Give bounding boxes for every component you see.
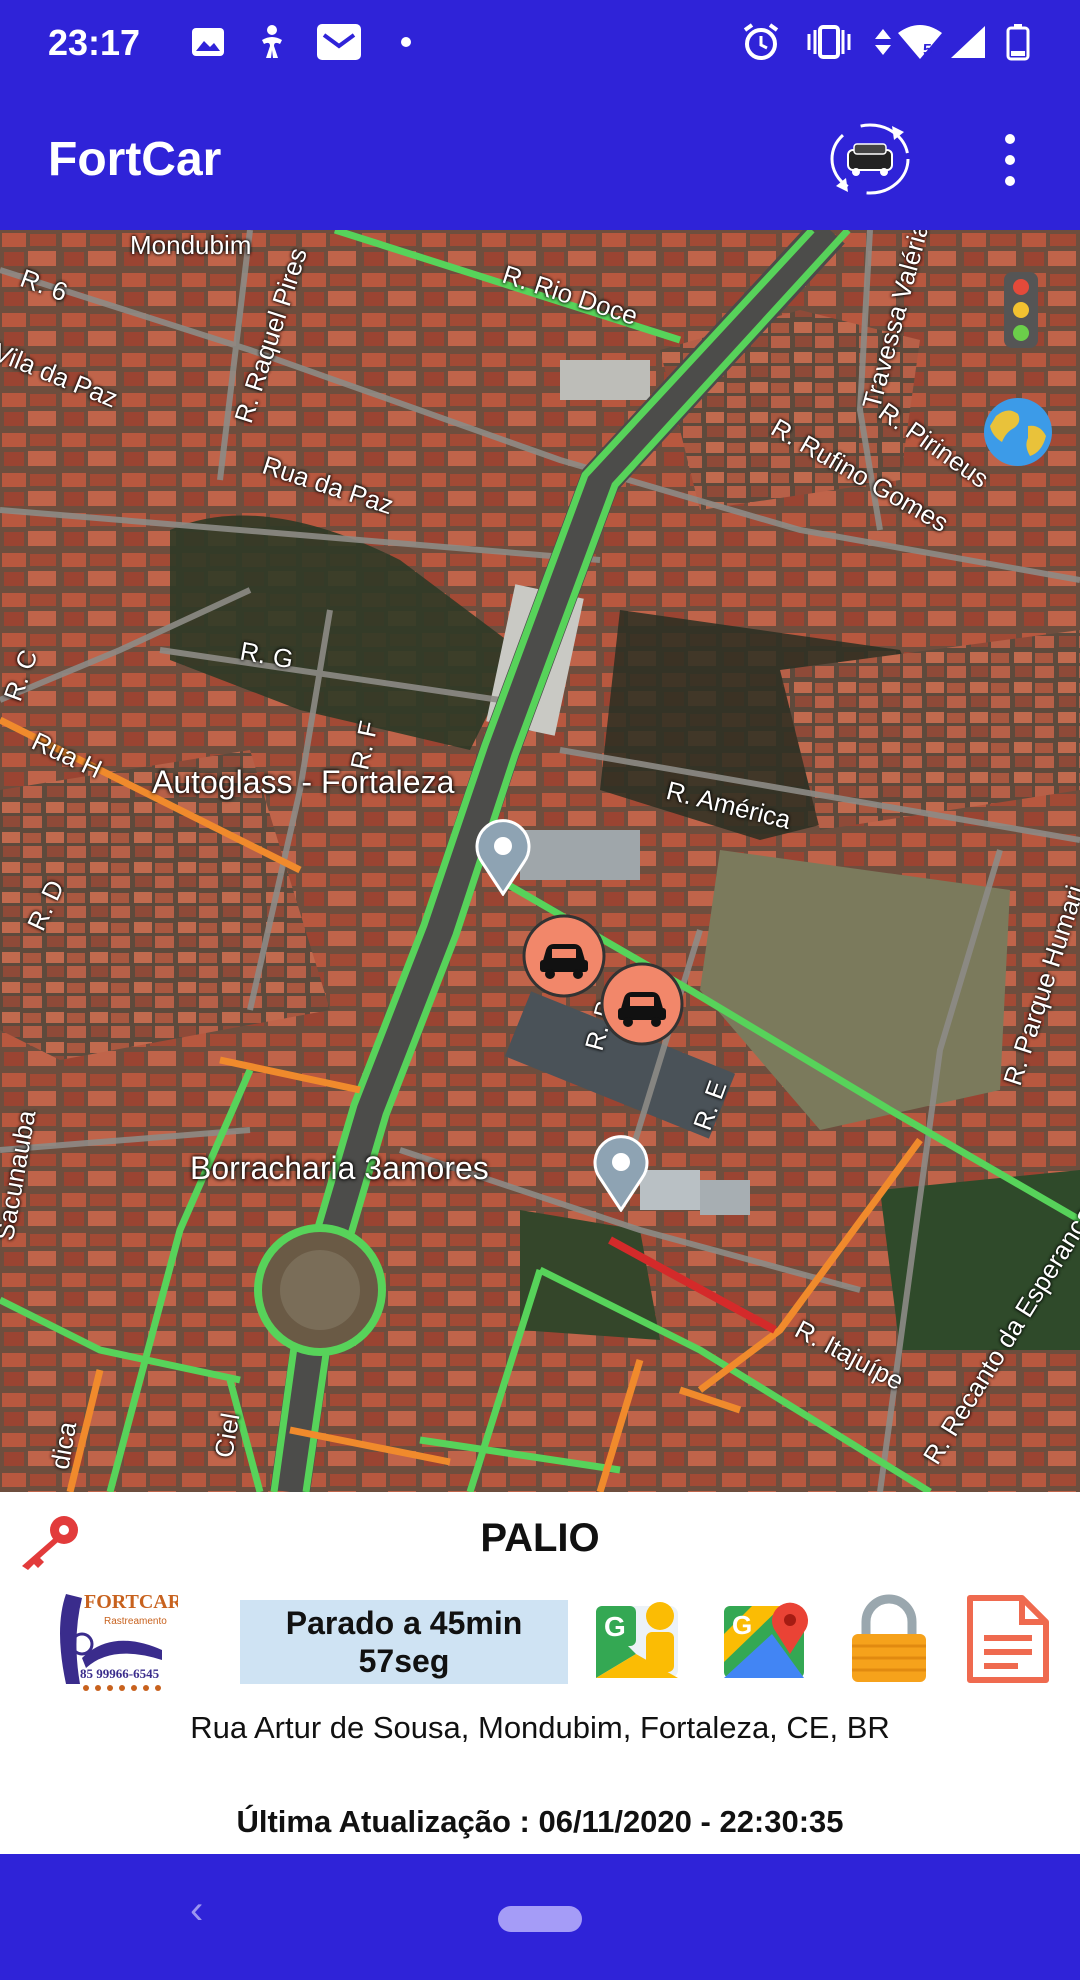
vehicle-name: PALIO: [480, 1516, 600, 1560]
car-marker-icon[interactable]: [600, 962, 684, 1046]
back-icon[interactable]: ‹: [190, 1888, 203, 1933]
battery-icon: [1004, 22, 1032, 62]
more-vert-icon: [1005, 134, 1015, 144]
app-bar: FortCar: [0, 90, 1080, 230]
app-title: FortCar: [48, 133, 222, 186]
home-pill[interactable]: [498, 1906, 582, 1932]
poi-label: Borracharia 3amores: [190, 1150, 489, 1186]
fortcar-logo: FORTCAR Rastreamento 85 99966-6545: [52, 1588, 183, 1694]
car-marker-icon[interactable]: [522, 914, 606, 998]
google-maps-button[interactable]: G: [722, 1594, 812, 1684]
traffic-light-icon: [1004, 272, 1038, 348]
wifi-icon: 5: [896, 22, 944, 62]
vehicle-info-card: PALIO FORTCAR Rastreamento 85 99966-6545…: [0, 1492, 1080, 1854]
alarm-icon: [740, 22, 782, 62]
email-notification-icon: [316, 22, 362, 62]
vibrate-icon: [806, 22, 852, 62]
traffic-toggle-button[interactable]: [994, 270, 1048, 350]
globe-icon: [984, 398, 1052, 466]
svg-text:FORTCAR: FORTCAR: [84, 1591, 178, 1613]
place-pin-icon[interactable]: [588, 1132, 654, 1212]
document-icon: [967, 1595, 1049, 1683]
data-arrows-icon: [868, 22, 898, 62]
accessibility-notification-icon: [254, 22, 290, 62]
vehicle-address: Rua Artur de Sousa, Mondubim, Fortaleza,…: [190, 1710, 890, 1745]
status-line: 57seg: [358, 1643, 450, 1679]
google-street-view-icon: G: [596, 1602, 678, 1678]
padlock-icon: [852, 1594, 926, 1682]
svg-text:G: G: [732, 1610, 752, 1640]
refresh-vehicle-button[interactable]: [820, 114, 920, 204]
map-view[interactable]: Mondubim R. 6 Vila da Paz R. Raquel Pire…: [0, 230, 1080, 1492]
navigation-bar: ‹: [0, 1854, 1080, 1980]
svg-text:85 99966-6545: 85 99966-6545: [80, 1666, 160, 1681]
more-options-button[interactable]: [990, 130, 1030, 190]
street-label: Mondubim: [130, 230, 252, 260]
screen: 23:17 5 FortCar Mondubim R. 6 Vila da Pa…: [0, 0, 1080, 1980]
google-maps-icon: G: [724, 1602, 808, 1678]
status-bar: 23:17 5: [0, 0, 1080, 90]
network-badge: 5: [923, 42, 932, 59]
svg-text:G: G: [604, 1611, 626, 1642]
cell-signal-icon: [948, 22, 988, 62]
last-update-label: Última Atualização : 06/11/2020 - 22:30:…: [236, 1804, 844, 1839]
map-type-button[interactable]: [978, 396, 1058, 468]
place-pin-icon[interactable]: [470, 816, 536, 896]
refresh-vehicle-icon: [830, 123, 910, 195]
street-view-button[interactable]: G: [592, 1594, 682, 1684]
report-button[interactable]: [962, 1594, 1052, 1684]
status-time: 23:17: [48, 22, 141, 63]
dot-icon: [398, 22, 414, 62]
svg-text:Rastreamento: Rastreamento: [104, 1616, 167, 1627]
parked-status-box: Parado a 45min 57seg: [240, 1600, 568, 1684]
status-line: Parado a 45min: [285, 1605, 523, 1641]
lock-button[interactable]: [844, 1594, 934, 1684]
image-notification-icon: [190, 22, 226, 62]
poi-label: Autoglass - Fortaleza: [152, 764, 455, 800]
